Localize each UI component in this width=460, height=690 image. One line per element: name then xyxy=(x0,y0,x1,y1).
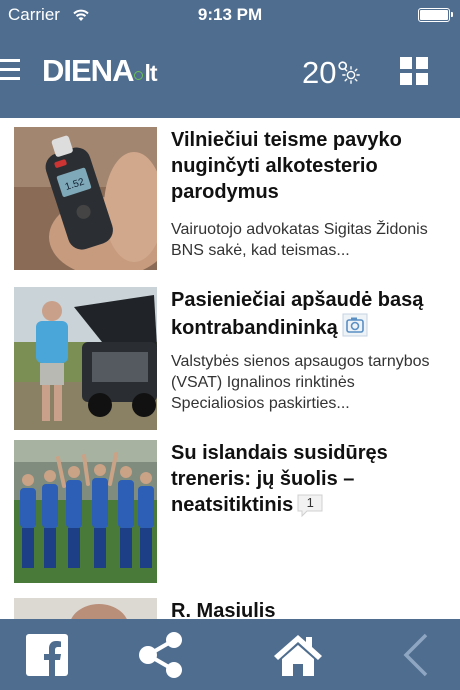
grid-icon[interactable] xyxy=(400,57,428,85)
article-lead: Vairuotojo advokatas Sigitas Židonis BNS… xyxy=(171,221,428,259)
list-item[interactable]: 1.52 Vilniečiui teisme pavyko nuginčyti … xyxy=(0,127,460,272)
comment-count: 1 xyxy=(306,494,314,510)
back-arrow-icon[interactable] xyxy=(380,619,450,690)
bottom-tab-bar xyxy=(0,619,460,690)
article-title[interactable]: Vilniečiui teisme pavyko nuginčyti alkot… xyxy=(171,127,446,205)
battery-icon xyxy=(418,8,453,22)
hamburger-menu-icon[interactable] xyxy=(0,56,22,86)
status-bar: Carrier 9:13 PM xyxy=(0,0,460,30)
article-title[interactable]: Pasieniečiai apšaudė basą kontrabandinin… xyxy=(171,287,446,344)
list-item[interactable]: Pasieniečiai apšaudė basą kontrabandinin… xyxy=(0,287,460,432)
clock: 9:13 PM xyxy=(197,5,263,24)
article-title-text: Su islandais susidūręs treneris: jų šuol… xyxy=(171,442,388,516)
logo-tld: lt xyxy=(144,60,157,86)
facebook-icon[interactable] xyxy=(12,619,82,690)
list-item[interactable]: Su islandais susidūręs treneris: jų šuol… xyxy=(0,440,460,585)
article-thumbnail[interactable] xyxy=(14,287,157,430)
share-icon[interactable] xyxy=(126,619,196,690)
article-title-text: Pasieniečiai apšaudė basą kontrabandinin… xyxy=(171,289,424,339)
app-header: Carrier 9:13 PM DIENA lt 20° xyxy=(0,0,460,118)
article-thumbnail[interactable] xyxy=(14,440,157,583)
article-title[interactable]: Su islandais susidūręs treneris: jų šuol… xyxy=(171,440,446,518)
article-lead: Valstybės sienos apsaugos tarnybos (VSAT… xyxy=(171,353,430,412)
camera-icon xyxy=(342,313,368,344)
comment-icon: 1 xyxy=(297,494,323,518)
site-logo[interactable]: DIENA lt xyxy=(42,53,158,88)
sun-icon xyxy=(342,66,360,89)
logo-dot-icon xyxy=(134,71,144,80)
article-thumbnail[interactable]: 1.52 xyxy=(14,127,157,270)
logo-main: DIENA xyxy=(42,53,134,88)
home-icon[interactable] xyxy=(263,619,333,690)
